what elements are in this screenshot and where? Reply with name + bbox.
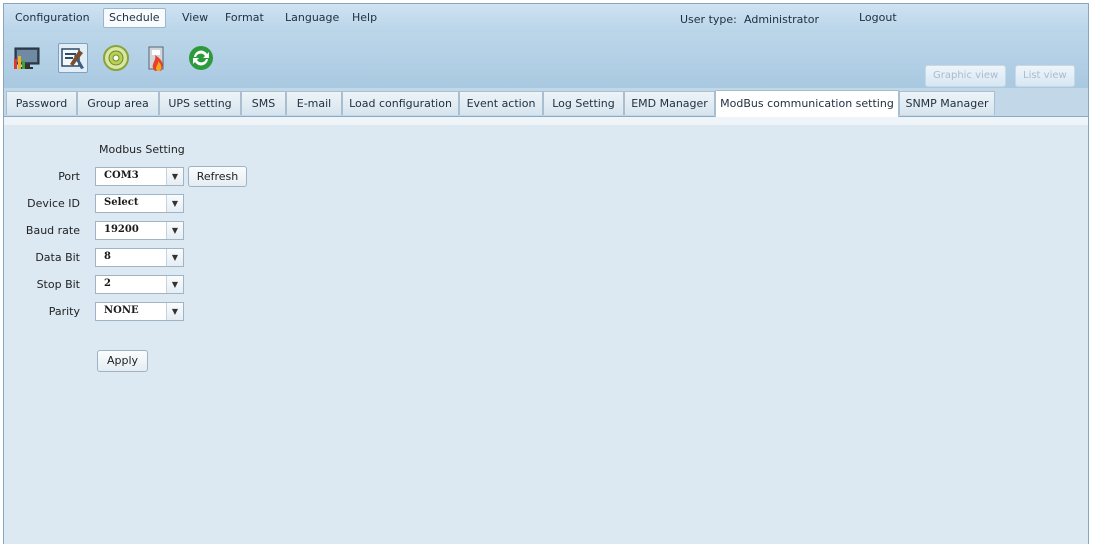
tab-bar: Password Group area UPS setting SMS E-ma… <box>4 88 1088 117</box>
refresh-button[interactable]: Refresh <box>188 166 247 187</box>
list-view-button[interactable]: List view <box>1015 65 1075 87</box>
data-bit-select-value: 8 <box>104 251 111 262</box>
baud-rate-label: Baud rate <box>25 224 80 237</box>
parity-select[interactable]: NONE ▼ <box>95 302 184 321</box>
chevron-down-icon[interactable]: ▼ <box>166 195 183 212</box>
stop-bit-select[interactable]: 2 ▼ <box>95 275 184 294</box>
refresh-cycle-icon[interactable] <box>186 43 216 73</box>
tab-email[interactable]: E-mail <box>286 91 342 115</box>
app-window: Configuration Schedule View Format Langu… <box>3 3 1089 544</box>
menu-view[interactable]: View <box>177 10 213 26</box>
menu-help[interactable]: Help <box>347 10 382 26</box>
device-id-label: Device ID <box>27 197 80 210</box>
tab-ups-setting[interactable]: UPS setting <box>159 91 241 115</box>
tab-load-configuration[interactable]: Load configuration <box>342 91 459 115</box>
tab-log-setting[interactable]: Log Setting <box>543 91 624 115</box>
menu-format[interactable]: Format <box>220 10 269 26</box>
chevron-down-icon[interactable]: ▼ <box>166 303 183 320</box>
menu-language[interactable]: Language <box>280 10 344 26</box>
chevron-down-icon[interactable]: ▼ <box>166 249 183 266</box>
menu-bar: Configuration Schedule View Format Langu… <box>4 4 1088 32</box>
baud-rate-select-value: 19200 <box>104 224 139 235</box>
data-bit-label: Data Bit <box>35 251 80 264</box>
chevron-down-icon[interactable]: ▼ <box>166 276 183 293</box>
device-id-select-value: Select <box>104 197 139 208</box>
toolbar: Graphic view List view <box>4 32 1088 88</box>
tab-emd-manager[interactable]: EMD Manager <box>624 91 715 115</box>
graphic-view-button[interactable]: Graphic view <box>925 65 1007 87</box>
monitor-chart-icon[interactable] <box>13 43 43 73</box>
disc-icon[interactable] <box>101 43 131 73</box>
content-top-strip <box>4 117 1088 125</box>
parity-select-value: NONE <box>104 305 139 316</box>
port-select[interactable]: COM3 ▼ <box>95 167 184 186</box>
user-type-label: User type: <box>680 13 737 26</box>
device-id-select[interactable]: Select ▼ <box>95 194 184 213</box>
tab-sms[interactable]: SMS <box>241 91 286 115</box>
chevron-down-icon[interactable]: ▼ <box>166 222 183 239</box>
parity-label: Parity <box>48 305 80 318</box>
tab-password[interactable]: Password <box>6 91 77 115</box>
tab-modbus-communication-setting[interactable]: ModBus communication setting <box>715 90 899 117</box>
content-panel: Modbus Setting Port COM3 ▼ Refresh Devic… <box>4 117 1088 544</box>
chevron-down-icon[interactable]: ▼ <box>166 168 183 185</box>
menu-schedule[interactable]: Schedule <box>103 8 166 28</box>
tab-snmp-manager[interactable]: SNMP Manager <box>899 91 995 115</box>
user-type-value: Administrator <box>744 13 819 26</box>
tab-group-area[interactable]: Group area <box>77 91 159 115</box>
tools-settings-icon[interactable] <box>58 43 88 73</box>
stop-bit-select-value: 2 <box>104 278 111 289</box>
logout-button[interactable]: Logout <box>854 10 902 26</box>
apply-button[interactable]: Apply <box>97 350 148 372</box>
modbus-setting-title: Modbus Setting <box>99 143 185 156</box>
menu-configuration[interactable]: Configuration <box>10 10 95 26</box>
port-select-value: COM3 <box>104 170 139 181</box>
data-bit-select[interactable]: 8 ▼ <box>95 248 184 267</box>
tab-event-action[interactable]: Event action <box>459 91 543 115</box>
battery-fire-icon[interactable] <box>143 43 173 73</box>
baud-rate-select[interactable]: 19200 ▼ <box>95 221 184 240</box>
port-label: Port <box>58 170 80 183</box>
stop-bit-label: Stop Bit <box>36 278 80 291</box>
